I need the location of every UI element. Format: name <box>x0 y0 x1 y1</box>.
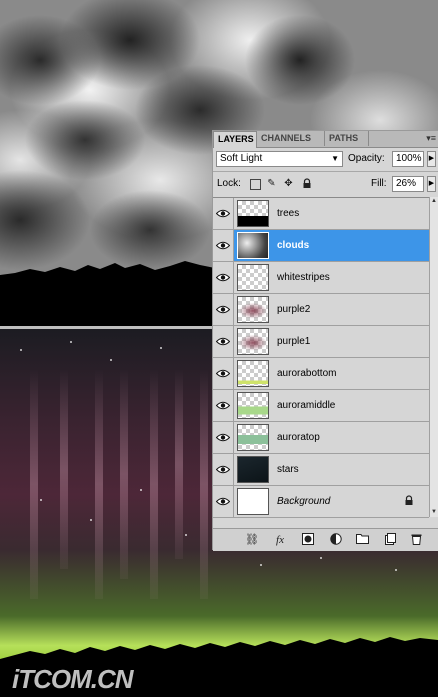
layer-row-auroratop[interactable]: auroratop <box>213 422 429 454</box>
eye-icon[interactable] <box>213 422 234 453</box>
eye-icon[interactable] <box>213 294 234 325</box>
blend-mode-select[interactable]: Soft Light ▼ <box>216 151 343 167</box>
layer-row-stars[interactable]: stars <box>213 454 429 486</box>
scroll-down-icon[interactable]: ▼ <box>430 508 438 517</box>
layer-thumbnail[interactable] <box>237 200 269 227</box>
tab-layers[interactable]: LAYERS <box>213 131 257 148</box>
link-layers-icon[interactable]: ⛓ <box>245 533 259 547</box>
layer-thumbnail[interactable] <box>237 296 269 323</box>
layer-name[interactable]: auroratop <box>277 422 320 453</box>
chevron-down-icon: ▼ <box>331 154 339 163</box>
layer-thumbnail[interactable] <box>237 392 269 419</box>
blend-opacity-row: Soft Light ▼ Opacity: 100% ▶ <box>213 151 438 169</box>
eye-icon[interactable] <box>213 326 234 357</box>
layer-name[interactable]: aurorabottom <box>277 358 336 389</box>
layer-name[interactable]: purple2 <box>277 294 310 325</box>
lock-label: Lock: <box>217 178 241 189</box>
lock-fill-row: Lock: ✎ ✥ Fill: 26% ▶ <box>213 176 438 194</box>
eye-icon[interactable] <box>213 486 234 517</box>
new-group-icon[interactable] <box>355 533 369 547</box>
scroll-up-icon[interactable]: ▲ <box>430 197 438 206</box>
lock-transparent-icon[interactable] <box>250 179 261 190</box>
opacity-field[interactable]: 100% <box>392 151 424 167</box>
layer-row-auroramiddle[interactable]: auroramiddle <box>213 390 429 422</box>
layer-row-whitestripes[interactable]: whitestripes <box>213 262 429 294</box>
layer-thumbnail[interactable] <box>237 424 269 451</box>
layer-row-purple1[interactable]: purple1 <box>213 326 429 358</box>
new-layer-icon[interactable] <box>383 533 397 547</box>
layer-name[interactable]: trees <box>277 198 299 229</box>
fx-icon[interactable]: fx <box>273 533 287 547</box>
layers-scrollbar[interactable]: ▲ ▼ <box>429 197 438 517</box>
lock-icon <box>404 495 414 509</box>
layer-row-purple2[interactable]: purple2 <box>213 294 429 326</box>
fill-arrow-icon[interactable]: ▶ <box>427 176 436 192</box>
lock-pixels-icon[interactable]: ✎ <box>266 178 277 189</box>
eye-icon[interactable] <box>213 230 234 261</box>
layers-list: trees clouds whitestripes purple2 purple1 aur… <box>213 197 429 518</box>
layer-name[interactable]: stars <box>277 454 299 485</box>
layer-name[interactable]: clouds <box>277 230 309 261</box>
adjustment-layer-icon[interactable] <box>329 533 343 547</box>
lock-position-icon[interactable]: ✥ <box>283 178 294 189</box>
eye-icon[interactable] <box>213 454 234 485</box>
lock-all-icon[interactable] <box>301 178 312 189</box>
layer-row-aurorabottom[interactable]: aurorabottom <box>213 358 429 390</box>
layer-name[interactable]: purple1 <box>277 326 310 357</box>
tab-paths[interactable]: PATHS <box>325 131 369 146</box>
layer-name[interactable]: Background <box>277 486 330 517</box>
opacity-label: Opacity: <box>348 153 385 164</box>
layer-name[interactable]: auroramiddle <box>277 390 335 421</box>
panel-menu-icon[interactable]: ▾≡ <box>426 133 436 144</box>
eye-icon[interactable] <box>213 358 234 389</box>
delete-layer-icon[interactable] <box>409 533 423 547</box>
layer-thumbnail[interactable] <box>237 232 269 259</box>
layer-row-background[interactable]: Background <box>213 486 429 518</box>
layers-panel: LAYERS CHANNELS PATHS ▾≡ Soft Light ▼ Op… <box>212 130 438 551</box>
panel-tabbar: LAYERS CHANNELS PATHS ▾≡ <box>213 131 438 148</box>
layer-name[interactable]: whitestripes <box>277 262 330 293</box>
layer-row-clouds[interactable]: clouds <box>213 230 429 262</box>
watermark-logo: iTCOM.CN <box>12 664 134 694</box>
layer-thumbnail[interactable] <box>237 264 269 291</box>
layer-row-trees[interactable]: trees <box>213 198 429 230</box>
fill-label: Fill: <box>371 178 387 189</box>
eye-icon[interactable] <box>213 390 234 421</box>
tab-channels[interactable]: CHANNELS <box>257 131 325 146</box>
eye-icon[interactable] <box>213 262 234 293</box>
layer-thumbnail[interactable] <box>237 488 269 515</box>
layers-footer: ⛓ fx <box>213 528 438 551</box>
opacity-arrow-icon[interactable]: ▶ <box>427 151 436 167</box>
layer-thumbnail[interactable] <box>237 328 269 355</box>
layer-thumbnail[interactable] <box>237 360 269 387</box>
blend-mode-value: Soft Light <box>220 153 263 164</box>
layer-thumbnail[interactable] <box>237 456 269 483</box>
layer-mask-icon[interactable] <box>301 533 315 547</box>
fill-field[interactable]: 26% <box>392 176 424 192</box>
eye-icon[interactable] <box>213 198 234 229</box>
